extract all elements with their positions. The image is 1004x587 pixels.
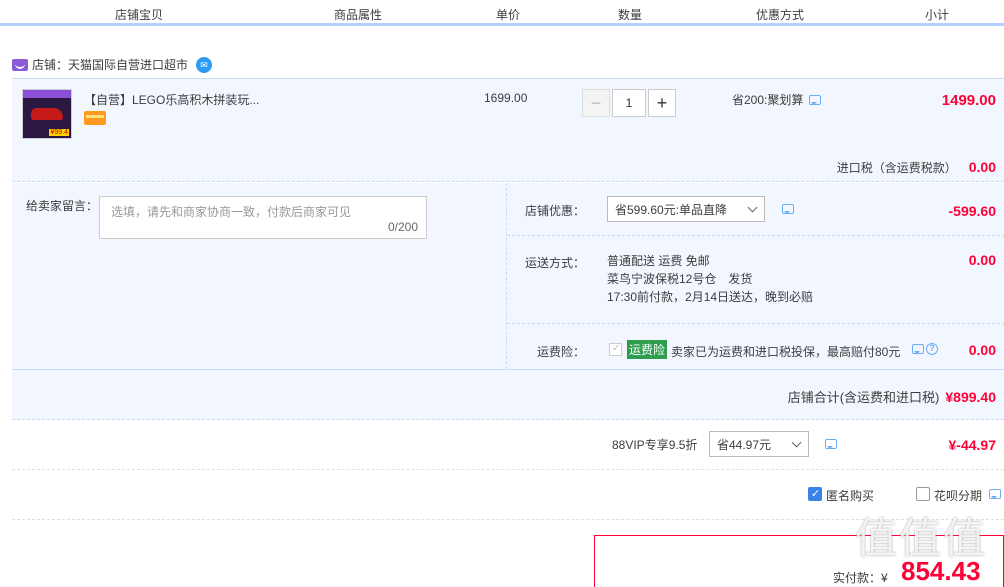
chevron-down-icon — [747, 202, 758, 213]
pay-label: 实付款：¥ — [833, 571, 888, 585]
comment-icon[interactable] — [825, 439, 837, 449]
vip-discount-select[interactable]: 省44.97元 — [709, 431, 809, 457]
insurance-checkbox[interactable] — [609, 343, 622, 356]
shop-info: 店铺：天猫国际自营进口超市 ✉ — [12, 56, 213, 73]
anonymous-checkbox[interactable] — [808, 487, 822, 501]
insurance-text: 卖家已为运费和进口税投保，最高赔付80元 — [671, 345, 901, 359]
shop-total-row: 店铺合计(含运费和进口税) ¥899.40 — [12, 369, 1004, 420]
shop-total-label: 店铺合计(含运费和进口税) — [787, 390, 940, 405]
shop-discount-value: -599.60 — [948, 203, 996, 219]
quantity-input[interactable]: 1 — [612, 89, 646, 117]
col-discount: 优惠方式 — [756, 8, 805, 22]
installment-checkbox[interactable] — [916, 487, 930, 501]
message-count: 0/200 — [387, 220, 418, 234]
promo-text: 省200:聚划算 — [732, 93, 804, 107]
anonymous-label: 匿名购买 — [826, 489, 875, 503]
shop-discount-selected: 省599.60元:单品直降 — [615, 202, 728, 217]
shop-name[interactable]: 店铺：天猫国际自营进口超市 — [32, 56, 188, 73]
vip-value: ¥-44.97 — [948, 437, 996, 453]
shop-discount-select[interactable]: 省599.60元:单品直降 — [607, 196, 765, 222]
shop-discount-label: 店铺优惠： — [524, 204, 585, 218]
col-subtotal: 小计 — [925, 8, 950, 22]
product-title[interactable]: 【自营】LEGO乐高积木拼装玩... — [84, 91, 259, 108]
shipping-info: 普通配送 运费 免邮 菜鸟宁波保税12号仓 发货 17:30前付款，2月14日送… — [607, 252, 813, 306]
order-item: ¥99.4 【自营】LEGO乐高积木拼装玩... 1699.00 − 1 + 省… — [12, 78, 1004, 182]
message-input[interactable]: 选填，请先和商家协商一致，付款后商家可见 0/200 — [99, 196, 427, 239]
shop-total-value: ¥899.40 — [945, 389, 996, 405]
message-label: 给卖家留言： — [26, 199, 99, 213]
unit-price: 1699.00 — [484, 91, 528, 105]
product-thumbnail[interactable]: ¥99.4 — [22, 89, 72, 139]
promo-info: 省200:聚划算 — [732, 91, 822, 108]
vip-selected: 省44.97元 — [717, 437, 772, 452]
col-quantity: 数量 — [618, 8, 643, 22]
shipping-warehouse: 菜鸟宁波保税12号仓 发货 — [607, 272, 753, 286]
insurance-tag: 运费险 — [627, 340, 668, 359]
chevron-down-icon — [791, 437, 802, 448]
col-unit-price: 单价 — [496, 8, 521, 22]
order-details-panel: 店铺优惠： 省599.60元:单品直降 -599.60 运送方式： 普通配送 运… — [506, 183, 1004, 369]
quantity-stepper: − 1 + — [582, 89, 676, 117]
increase-button[interactable]: + — [648, 89, 676, 117]
comment-icon[interactable] — [912, 344, 924, 354]
decrease-button[interactable]: − — [582, 89, 610, 117]
installment-label: 花呗分期 — [934, 489, 983, 503]
tax-value: 0.00 — [968, 159, 996, 175]
insurance-label: 运费险： — [536, 345, 585, 359]
vip-discount-row: 88VIP专享9.5折 省44.97元 ¥-44.97 — [12, 420, 1004, 470]
item-subtotal: 1499.00 — [941, 92, 996, 109]
credit-card-icon — [84, 111, 106, 125]
col-attributes: 商品属性 — [334, 8, 383, 22]
shipping-eta: 17:30前付款，2月14日送达，晚到必赔 — [607, 290, 814, 304]
message-placeholder: 选填，请先和商家协商一致，付款后商家可见 — [111, 205, 352, 219]
import-tax: 进口税（含运费税款） 0.00 — [837, 159, 996, 176]
wangwang-icon[interactable]: ✉ — [196, 56, 213, 73]
insurance-value: 0.00 — [968, 342, 996, 358]
shipping-method: 普通配送 运费 免邮 — [607, 254, 710, 268]
help-icon[interactable]: ? — [926, 343, 938, 355]
vip-label: 88VIP专享9.5折 — [612, 438, 698, 452]
tax-label: 进口税（含运费税款） — [836, 161, 957, 175]
comment-icon[interactable] — [809, 94, 822, 105]
seller-message-panel: 给卖家留言： 选填，请先和商家协商一致，付款后商家可见 0/200 — [12, 183, 506, 369]
table-header: 店铺宝贝 商品属性 单价 数量 优惠方式 小计 — [0, 0, 1004, 26]
comment-icon[interactable] — [989, 489, 1001, 499]
watermark-logo: 值值值 — [855, 514, 988, 563]
comment-icon[interactable] — [782, 204, 794, 214]
col-shop-item: 店铺宝贝 — [115, 8, 164, 22]
shipping-value: 0.00 — [968, 252, 996, 268]
shipping-label: 运送方式： — [524, 256, 585, 270]
tmall-cat-icon — [12, 58, 28, 71]
